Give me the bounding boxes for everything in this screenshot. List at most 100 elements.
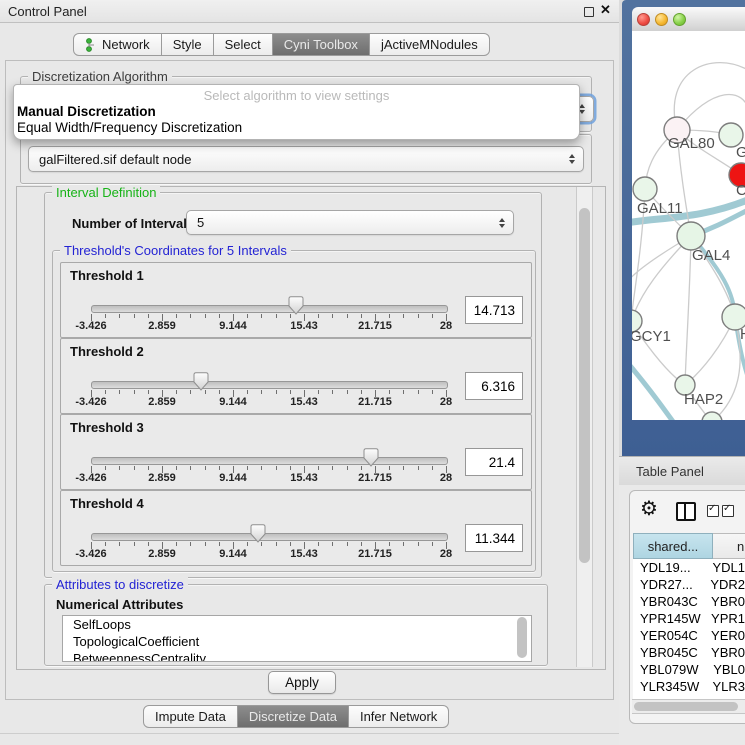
slider-minor-tick — [347, 390, 348, 394]
checkbox-icon[interactable] — [722, 505, 734, 517]
slider-minor-tick — [261, 390, 262, 394]
slider-minor-tick — [403, 542, 404, 546]
cell-shared-name: YBR043C — [633, 594, 709, 609]
slider-minor-tick — [247, 542, 248, 546]
slider-minor-tick — [148, 542, 149, 546]
slider-minor-tick — [176, 466, 177, 470]
tab-label: Select — [225, 37, 261, 52]
network-node-label: GA — [736, 144, 745, 161]
tab-network[interactable]: Network — [73, 33, 162, 56]
threshold-value-field[interactable]: 21.4 — [465, 448, 523, 476]
dropdown-prompt-item: Select algorithm to view settings — [14, 88, 579, 104]
number-of-intervals-value: 5 — [197, 215, 204, 230]
tab-style[interactable]: Style — [162, 33, 214, 56]
table-row[interactable]: YLR345WYLR3 — [633, 678, 745, 695]
threshold-value-field[interactable]: 14.713 — [465, 296, 523, 324]
column-header-name[interactable]: n — [713, 533, 745, 559]
bottom-divider — [0, 733, 619, 734]
settings-scrollbar-thumb[interactable] — [579, 208, 590, 563]
network-icon — [85, 38, 96, 52]
slider-minor-tick — [134, 466, 135, 470]
dropdown-option[interactable]: Equal Width/Frequency Discretization — [14, 120, 579, 136]
bottom-tab-infer-network[interactable]: Infer Network — [349, 705, 449, 728]
slider-tick-label: 2.859 — [148, 472, 176, 484]
table-hscrollbar-thumb[interactable] — [634, 702, 738, 711]
checkbox-icon[interactable] — [707, 505, 719, 517]
attribute-list-item[interactable]: BetweennessCentrality — [63, 650, 531, 662]
settings-vertical-scrollbar[interactable] — [576, 187, 593, 667]
slider-minor-tick — [247, 390, 248, 394]
slider-thumb[interactable] — [363, 448, 379, 467]
table-row[interactable]: YDL19...YDL1 — [633, 559, 745, 576]
slider-minor-tick — [276, 314, 277, 318]
threshold-label: Threshold 3 — [70, 420, 144, 435]
column-header-shared-name[interactable]: shared... — [633, 533, 713, 559]
zoom-traffic-light[interactable] — [673, 13, 686, 26]
tab-cyni-toolbox[interactable]: Cyni Toolbox — [273, 33, 370, 56]
network-edge[interactable] — [632, 236, 691, 322]
network-node-gal4[interactable] — [677, 222, 705, 250]
table-row[interactable]: YBL079WYBL0 — [633, 661, 745, 678]
table-row[interactable]: YBR045CYBR0 — [633, 644, 745, 661]
table-row[interactable]: YBR043CYBR0 — [633, 593, 745, 610]
slider-thumb[interactable] — [250, 524, 266, 543]
close-icon[interactable]: ✕ — [600, 2, 611, 18]
slider-minor-tick — [418, 466, 419, 470]
tab-label: Style — [173, 37, 202, 52]
minimize-traffic-light[interactable] — [655, 13, 668, 26]
slider-minor-tick — [361, 390, 362, 394]
slider-minor-tick — [418, 390, 419, 394]
threshold-label: Threshold 2 — [70, 344, 144, 359]
table-row[interactable]: YPR145WYPR1 — [633, 610, 745, 627]
control-panel-titlebar: Control Panel — [0, 0, 619, 23]
attribute-list-item[interactable]: SelfLoops — [63, 616, 531, 633]
slider-minor-tick — [247, 314, 248, 318]
slider-track[interactable] — [91, 381, 448, 389]
slider-minor-tick — [105, 314, 106, 318]
slider-minor-tick — [148, 314, 149, 318]
network-edge[interactable] — [685, 236, 691, 385]
columns-table-icon[interactable] — [676, 502, 696, 521]
slider-minor-tick — [361, 466, 362, 470]
slider-tick-label: 28 — [440, 472, 452, 484]
threshold-value-field[interactable]: 11.344 — [465, 524, 523, 552]
table-data-combobox-value: galFiltered.sif default node — [39, 152, 191, 167]
apply-button[interactable]: Apply — [268, 671, 336, 694]
tab-label: Impute Data — [155, 709, 226, 724]
table-row[interactable]: YER054CYER0 — [633, 627, 745, 644]
table-row[interactable]: YDR27...YDR2 — [633, 576, 745, 593]
slider-thumb[interactable] — [193, 372, 209, 391]
slider-track[interactable] — [91, 533, 448, 541]
slider-track[interactable] — [91, 457, 448, 465]
slider-minor-tick — [105, 390, 106, 394]
slider-tick-label: -3.426 — [75, 548, 106, 560]
slider-minor-tick — [219, 390, 220, 394]
tab-jactivemnodules[interactable]: jActiveMNodules — [370, 33, 490, 56]
table-horizontal-scrollbar[interactable] — [632, 699, 745, 714]
slider-minor-tick — [418, 542, 419, 546]
numerical-attributes-list[interactable]: SelfLoopsTopologicalCoefficientBetweenne… — [62, 615, 532, 662]
table-data-combobox[interactable]: galFiltered.sif default node — [28, 146, 584, 172]
network-node-label: GAL80 — [668, 135, 715, 152]
slider-minor-tick — [261, 466, 262, 470]
number-of-intervals-combobox[interactable]: 5 — [186, 210, 514, 235]
float-window-icon[interactable] — [584, 7, 594, 17]
attributes-list-scrollbar-thumb[interactable] — [517, 617, 527, 658]
dropdown-option[interactable]: Manual Discretization — [14, 104, 579, 120]
network-canvas[interactable]: GAL80GACGAL11GAL4GCY1HHAP2 — [632, 31, 745, 420]
slider-minor-tick — [403, 466, 404, 470]
close-traffic-light[interactable] — [637, 13, 650, 26]
attribute-list-item[interactable]: TopologicalCoefficient — [63, 633, 531, 650]
slider-track[interactable] — [91, 305, 448, 313]
tab-select[interactable]: Select — [214, 33, 273, 56]
network-node-label: H — [740, 326, 745, 343]
network-window-titlebar[interactable] — [632, 7, 745, 32]
gear-icon[interactable]: ⚙ — [640, 496, 658, 521]
network-node-gal11[interactable] — [633, 177, 657, 201]
cell-name: YDL1 — [710, 560, 745, 575]
cell-shared-name: YBL079W — [633, 662, 711, 677]
bottom-tab-impute-data[interactable]: Impute Data — [143, 705, 238, 728]
threshold-value-field[interactable]: 6.316 — [465, 372, 523, 400]
bottom-tab-discretize-data[interactable]: Discretize Data — [238, 705, 349, 728]
slider-thumb[interactable] — [288, 296, 304, 315]
